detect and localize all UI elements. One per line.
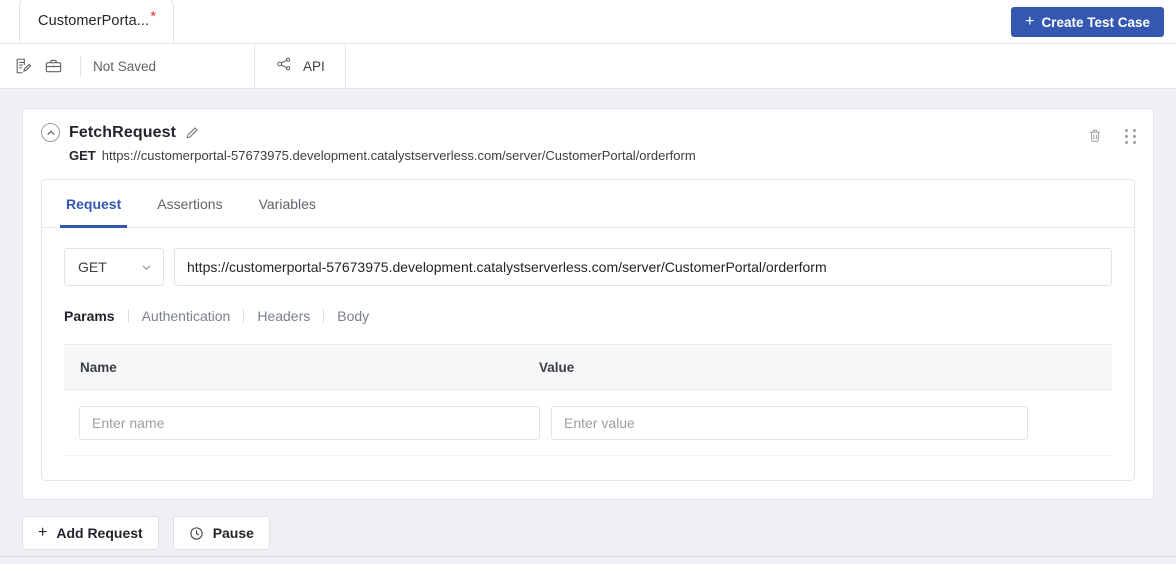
request-tabs: Request Assertions Variables (42, 180, 1134, 228)
subtab-headers[interactable]: Headers (257, 308, 310, 324)
request-header-actions (1087, 128, 1137, 144)
add-request-button[interactable]: + Add Request (22, 516, 159, 550)
request-panel: GET Params Authentication (42, 228, 1134, 480)
share-nodes-icon (275, 55, 293, 78)
toolbar-divider (80, 56, 81, 76)
tab-variables-label: Variables (259, 196, 316, 212)
plus-icon: + (1025, 14, 1034, 30)
trash-icon[interactable] (1087, 128, 1103, 144)
subtab-params[interactable]: Params (64, 308, 115, 324)
request-url-text: https://customerportal-57673975.developm… (102, 148, 696, 163)
chevron-down-icon (141, 262, 152, 273)
save-status-label: Not Saved (93, 59, 156, 74)
pause-button[interactable]: Pause (173, 516, 270, 550)
workflow-footer-actions: + Add Request Pause (22, 516, 1154, 550)
app-root: CustomerPorta...* + Create Test Case (0, 0, 1176, 564)
param-value-input[interactable] (551, 406, 1028, 440)
api-mode-group[interactable]: API (254, 44, 346, 89)
bottom-divider (0, 556, 1176, 557)
request-detail-card: Request Assertions Variables GET (41, 179, 1135, 481)
request-url-summary: GET https://customerportal-57673975.devel… (69, 148, 1135, 163)
chevron-up-icon[interactable] (41, 123, 60, 142)
tab-assertions-label: Assertions (157, 196, 222, 212)
clock-icon (189, 526, 204, 541)
tab-request[interactable]: Request (48, 180, 139, 228)
document-tab-label: CustomerPorta... (38, 13, 149, 29)
unsaved-marker-icon: * (150, 9, 156, 24)
pencil-icon[interactable] (185, 126, 199, 140)
column-header-value: Value (539, 360, 574, 375)
subtab-divider (128, 309, 129, 323)
params-table: Name Value (64, 344, 1112, 456)
create-test-case-button[interactable]: + Create Test Case (1011, 7, 1164, 37)
create-test-case-label: Create Test Case (1041, 15, 1150, 30)
add-request-label: Add Request (56, 525, 142, 541)
request-title-row: FetchRequest (41, 123, 1135, 142)
subtab-divider (323, 309, 324, 323)
request-method-label: GET (69, 148, 96, 163)
subtab-divider (243, 309, 244, 323)
param-name-input[interactable] (79, 406, 540, 440)
api-mode-label: API (303, 59, 325, 74)
request-card-header: FetchRequest GET https://customerportal-5… (23, 123, 1153, 163)
tab-assertions[interactable]: Assertions (139, 180, 240, 228)
tab-variables[interactable]: Variables (241, 180, 334, 228)
request-subtabs: Params Authentication Headers Body (64, 308, 1112, 324)
tab-request-label: Request (66, 196, 121, 212)
http-method-select[interactable]: GET (64, 248, 164, 286)
pause-label: Pause (213, 525, 254, 541)
toolbar: Not Saved API (0, 44, 1176, 89)
document-edit-icon[interactable] (8, 51, 38, 81)
params-table-header: Name Value (64, 344, 1112, 390)
request-name: FetchRequest (69, 124, 176, 142)
plus-icon: + (38, 525, 47, 541)
table-row (64, 390, 1112, 456)
subtab-body[interactable]: Body (337, 308, 369, 324)
subtab-authentication[interactable]: Authentication (142, 308, 231, 324)
briefcase-icon[interactable] (38, 51, 68, 81)
column-header-name: Name (64, 360, 539, 375)
url-input[interactable] (174, 248, 1112, 286)
request-card: FetchRequest GET https://customerportal-5… (22, 108, 1154, 500)
http-method-value: GET (78, 259, 107, 275)
url-row: GET (64, 248, 1112, 286)
grid-dots-icon[interactable] (1125, 129, 1137, 144)
document-tab-customerportal[interactable]: CustomerPorta...* (19, 0, 174, 43)
workflow-canvas: FetchRequest GET https://customerportal-5… (0, 90, 1176, 556)
document-tab-bar: CustomerPorta...* + Create Test Case (0, 0, 1176, 44)
